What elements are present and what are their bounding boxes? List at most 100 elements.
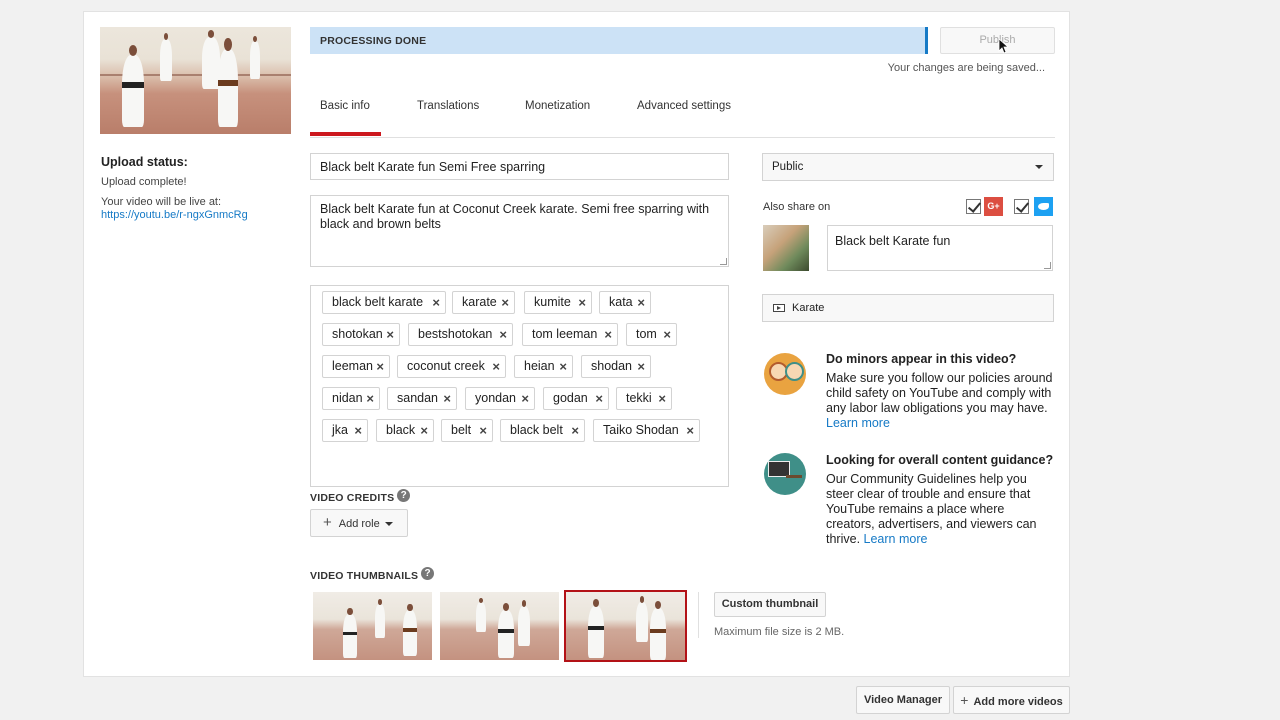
tag-chip[interactable]: black belt karate ×: [322, 291, 446, 314]
active-tab-indicator: [310, 132, 381, 136]
tag-chip[interactable]: karate ×: [452, 291, 515, 314]
tag-chip[interactable]: tom ×: [626, 323, 677, 346]
category-icon: [773, 304, 785, 312]
help-icon[interactable]: ?: [397, 489, 411, 502]
tab-translations[interactable]: Translations: [417, 100, 479, 136]
remove-tag-icon[interactable]: ×: [559, 356, 567, 377]
video-preview[interactable]: [100, 27, 291, 134]
remove-tag-icon[interactable]: ×: [637, 356, 645, 377]
remove-tag-icon[interactable]: ×: [521, 388, 529, 409]
share-label: Also share on: [763, 201, 831, 213]
tag-chip[interactable]: sandan ×: [387, 387, 457, 410]
category-select[interactable]: Karate: [762, 294, 1054, 322]
tag-chip[interactable]: kumite ×: [524, 291, 592, 314]
help-icon[interactable]: ?: [421, 567, 435, 580]
remove-tag-icon[interactable]: ×: [420, 420, 428, 441]
google-plus-checkbox[interactable]: [966, 199, 981, 214]
tag-chip[interactable]: heian ×: [514, 355, 573, 378]
remove-tag-icon[interactable]: ×: [663, 324, 671, 345]
tag-chip[interactable]: tekki ×: [616, 387, 672, 410]
remove-tag-icon[interactable]: ×: [571, 420, 579, 441]
remove-tag-icon[interactable]: ×: [479, 420, 487, 441]
tag-chip[interactable]: yondan ×: [465, 387, 535, 410]
tab-bar: Basic info Translations Monetization Adv…: [310, 92, 1055, 138]
upload-card: Upload status: Upload complete! Your vid…: [83, 11, 1070, 677]
chevron-down-icon: [384, 522, 393, 527]
plus-icon: +: [960, 692, 969, 708]
thumbnail-option-selected[interactable]: [564, 590, 687, 662]
remove-tag-icon[interactable]: ×: [492, 356, 500, 377]
tab-advanced-settings[interactable]: Advanced settings: [637, 100, 731, 136]
divider: [698, 592, 699, 638]
tag-chip[interactable]: shotokan ×: [322, 323, 400, 346]
chevron-down-icon: [1035, 165, 1043, 169]
privacy-select[interactable]: Public: [762, 153, 1054, 181]
tag-chip[interactable]: leeman ×: [322, 355, 390, 378]
tag-chip[interactable]: black ×: [376, 419, 434, 442]
tag-chip[interactable]: godan ×: [543, 387, 609, 410]
title-input[interactable]: Black belt Karate fun Semi Free sparring: [310, 153, 729, 180]
remove-tag-icon[interactable]: ×: [637, 292, 645, 313]
minors-title: Do minors appear in this video?: [826, 352, 1017, 366]
remove-tag-icon[interactable]: ×: [499, 324, 507, 345]
tag-chip[interactable]: shodan ×: [581, 355, 651, 378]
mouse-cursor-icon: [998, 38, 1008, 54]
video-preview-image: [100, 27, 291, 134]
guidelines-illustration-icon: [764, 453, 806, 495]
guidance-learn-more-link[interactable]: Learn more: [864, 532, 928, 546]
video-manager-button[interactable]: Video Manager: [856, 686, 950, 714]
add-more-videos-button[interactable]: + Add more videos: [953, 686, 1070, 714]
remove-tag-icon[interactable]: ×: [501, 292, 509, 313]
add-role-button[interactable]: + Add role: [310, 509, 408, 537]
thumbnail-option[interactable]: [313, 592, 432, 660]
max-file-size-text: Maximum file size is 2 MB.: [714, 626, 845, 638]
tag-chip[interactable]: black belt ×: [500, 419, 585, 442]
tab-monetization[interactable]: Monetization: [525, 100, 590, 136]
video-credits-label: VIDEO CREDITS?: [310, 489, 411, 504]
twitter-icon: [1034, 197, 1053, 216]
remove-tag-icon[interactable]: ×: [432, 292, 440, 313]
tag-chip[interactable]: kata ×: [599, 291, 651, 314]
video-url-link[interactable]: https://youtu.be/r-ngxGnmcRg: [101, 209, 291, 221]
google-plus-icon: G+: [984, 197, 1003, 216]
remove-tag-icon[interactable]: ×: [386, 324, 394, 345]
tag-chip[interactable]: nidan ×: [322, 387, 380, 410]
resize-handle-icon[interactable]: [1044, 262, 1051, 269]
processing-bar: PROCESSING DONE: [310, 27, 928, 54]
share-message-textarea[interactable]: Black belt Karate fun: [827, 225, 1053, 271]
tags-input[interactable]: black belt karate × karate × kumite × kata ×…: [310, 285, 729, 487]
remove-tag-icon[interactable]: ×: [595, 388, 603, 409]
remove-tag-icon[interactable]: ×: [578, 292, 586, 313]
remove-tag-icon[interactable]: ×: [376, 356, 384, 377]
tag-chip[interactable]: Taiko Shodan ×: [593, 419, 700, 442]
minors-illustration-icon: [764, 353, 806, 395]
thumbnail-option[interactable]: [440, 592, 559, 660]
tag-chip[interactable]: coconut creek ×: [397, 355, 506, 378]
minors-body: Make sure you follow our policies around…: [826, 371, 1053, 430]
remove-tag-icon[interactable]: ×: [354, 420, 362, 441]
guidance-body: Our Community Guidelines help you steer …: [826, 472, 1037, 546]
tag-chip[interactable]: bestshotokan ×: [408, 323, 513, 346]
minors-learn-more-link[interactable]: Learn more: [826, 416, 890, 430]
upload-status: Upload status: Upload complete! Your vid…: [101, 155, 291, 221]
video-thumbnails-label: VIDEO THUMBNAILS?: [310, 567, 435, 582]
tag-chip[interactable]: belt ×: [441, 419, 493, 442]
upload-complete-text: Upload complete!: [101, 176, 187, 188]
remove-tag-icon[interactable]: ×: [686, 420, 694, 441]
guidance-title: Looking for overall content guidance?: [826, 453, 1054, 467]
tag-chip[interactable]: tom leeman ×: [522, 323, 618, 346]
resize-handle-icon[interactable]: [720, 258, 727, 265]
tag-chip[interactable]: jka ×: [322, 419, 368, 442]
processing-label: PROCESSING DONE: [320, 35, 427, 47]
share-thumbnail: [763, 225, 809, 271]
description-textarea[interactable]: Black belt Karate fun at Coconut Creek k…: [310, 195, 729, 267]
remove-tag-icon[interactable]: ×: [366, 388, 374, 409]
custom-thumbnail-button[interactable]: Custom thumbnail: [714, 592, 826, 617]
remove-tag-icon[interactable]: ×: [443, 388, 451, 409]
tab-basic-info[interactable]: Basic info: [320, 100, 370, 136]
twitter-checkbox[interactable]: [1014, 199, 1029, 214]
remove-tag-icon[interactable]: ×: [658, 388, 666, 409]
remove-tag-icon[interactable]: ×: [604, 324, 612, 345]
live-at-text: Your video will be live at:: [101, 196, 222, 208]
upload-status-heading: Upload status:: [101, 155, 188, 169]
